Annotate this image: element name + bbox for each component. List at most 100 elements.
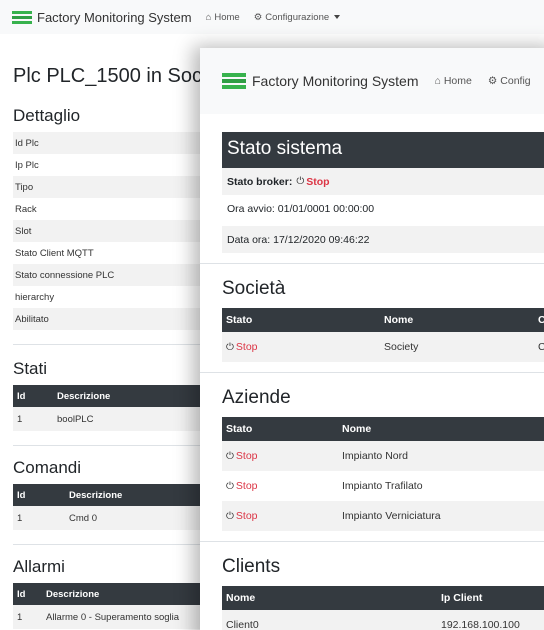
aziende-col-stato: Stato [222,417,338,441]
table-row: 1 Cmd 0 [13,506,213,530]
detail-label: Id Plc [13,132,213,154]
broker-status-badge: Stop [306,175,330,188]
stati-col-descrizione: Descrizione [53,385,213,407]
aziende-stato-cell[interactable]: ⏻ Stop [222,471,338,501]
chevron-down-icon [334,15,341,19]
aziende-stato-cell[interactable]: ⏻ Stop [222,441,338,471]
dashboard-content: Stato sistema Stato broker: ⏻ Stop Ora a… [200,132,544,630]
divider [13,544,213,545]
factory-logo-icon [12,10,32,24]
comandi-col-descrizione: Descrizione [65,484,213,506]
table-row[interactable]: ⏻ Stop Society C [222,332,544,362]
client-nome-cell: Client0 [222,610,437,630]
data-ora-text: Data ora: 17/12/2020 09:46:22 [227,233,370,246]
allarmi-table: Id Descrizione 1 Allarme 0 - Superamento … [13,583,213,629]
comandi-table: Id Descrizione 1 Cmd 0 [13,484,213,530]
detail-label: Stato Client MQTT [15,247,94,259]
societa-stato-cell[interactable]: ⏻ Stop [222,332,380,362]
societa-nome-cell: Society [380,332,534,362]
front-nav-config-label: Config [500,75,531,87]
front-navbar: Factory Monitoring System ⌂ Home ⚙ Confi… [200,48,544,114]
stop-status: Stop [235,341,258,353]
aziende-col-nome: Nome [338,417,544,441]
societa-col-extra: C [534,308,544,332]
comandi-heading: Comandi [13,458,82,477]
comandi-cell: Cmd 0 [65,506,213,530]
brand-link[interactable]: Factory Monitoring System [12,10,192,25]
allarmi-cell: Allarme 0 - Superamento soglia [42,605,213,629]
table-row[interactable]: ⏻ Stop Impianto Nord [222,441,544,471]
ora-avvio-row: Ora avvio: 01/01/0001 00:00:00 [222,195,544,222]
aziende-stato-cell[interactable]: ⏻ Stop [222,501,338,531]
nav-configurazione[interactable]: ⚙ Configurazione [253,11,341,23]
societa-heading: Società [222,278,286,299]
front-nav-home[interactable]: ⌂ Home [435,75,472,87]
societa-col-stato: Stato [222,308,380,332]
dettaglio-table: Id Plc Ip Plc Tipo Rack Slot Stato Client MQT… [13,132,213,330]
table-row: Stato Client MQTT [13,242,213,264]
home-icon: ⌂ [205,11,212,23]
societa-table: Stato Nome C ⏻ Stop Society C [222,308,544,362]
gear-icon: ⚙ [487,75,498,87]
aziende-nome-cell: Impianto Trafilato [342,480,423,492]
table-row: 1 boolPLC [13,407,213,431]
table-row: hierarchy [13,286,213,308]
table-row: Stato connessione PLC [13,264,213,286]
allarmi-col-descrizione: Descrizione [42,583,213,605]
detail-label: Abilitato [13,308,213,330]
stati-cell: 1 [13,407,53,431]
plc-detail-page: Plc PLC_1500 in Soci Dettaglio Id Plc Ip … [13,40,213,629]
power-icon: ⏻ [226,451,234,462]
stop-status: Stop [235,480,258,492]
clients-table: Nome Ip Client Client0 192.168.100.100 [222,586,544,630]
allarmi-col-id: Id [13,583,42,605]
divider [13,344,213,345]
front-brand-link[interactable]: Factory Monitoring System [222,73,419,89]
brand-name: Factory Monitoring System [37,9,192,25]
aziende-table: Stato Nome ⏻ Stop Impianto Nord ⏻ Stop Impian… [222,417,544,531]
clients-heading: Clients [222,556,281,577]
detail-label: hierarchy [15,291,55,303]
power-icon: ⏻ [226,481,234,492]
stati-table: Id Descrizione 1 boolPLC [13,385,213,431]
detail-label: Tipo [13,176,213,198]
clients-col-nome: Nome [222,586,437,610]
divider [200,263,544,264]
detail-label: Rack [15,203,37,215]
broker-status-row: Stato broker: ⏻ Stop [222,168,544,195]
table-row: Tipo [13,176,213,198]
table-row: Rack [13,198,213,220]
divider [200,541,544,542]
stato-sistema-title: Stato sistema [222,132,544,168]
front-browser-window[interactable]: Factory Monitoring System ⌂ Home ⚙ Confi… [200,48,544,630]
factory-logo-icon [222,73,246,89]
nav-home[interactable]: ⌂ Home [206,12,240,23]
societa-extra-cell: C [534,332,544,362]
power-icon: ⏻ [296,176,305,187]
stati-heading: Stati [13,359,48,378]
comandi-col-id: Id [13,484,65,506]
dettaglio-heading: Dettaglio [13,106,81,125]
clients-col-ip: Ip Client [437,586,544,610]
aziende-nome-cell: Impianto Nord [338,441,544,471]
table-row[interactable]: Client0 192.168.100.100 [222,610,544,630]
comandi-cell: 1 [13,506,65,530]
front-nav-configurazione[interactable]: ⚙ Config [488,75,531,87]
table-row: Id Plc [13,132,213,154]
home-icon: ⌂ [434,75,441,87]
stati-cell: boolPLC [53,407,213,431]
divider [200,372,544,373]
front-nav-home-label: Home [443,75,472,87]
back-navbar: Factory Monitoring System ⌂ Home ⚙ Confi… [0,0,544,34]
stop-status: Stop [235,510,258,522]
table-row: Ip Plc [13,154,213,176]
allarmi-heading: Allarmi [13,557,65,576]
gear-icon: ⚙ [253,11,263,23]
detail-label: Ip Plc [15,159,39,171]
broker-label: Stato broker: [227,175,293,188]
nav-home-label: Home [214,11,240,23]
table-row[interactable]: ⏻ Stop Impianto Verniciatura [222,501,544,531]
ora-avvio-text: Ora avvio: 01/01/0001 00:00:00 [227,202,375,215]
table-row: Slot [13,220,213,242]
table-row[interactable]: ⏻ Stop Impianto Trafilato [222,471,544,501]
